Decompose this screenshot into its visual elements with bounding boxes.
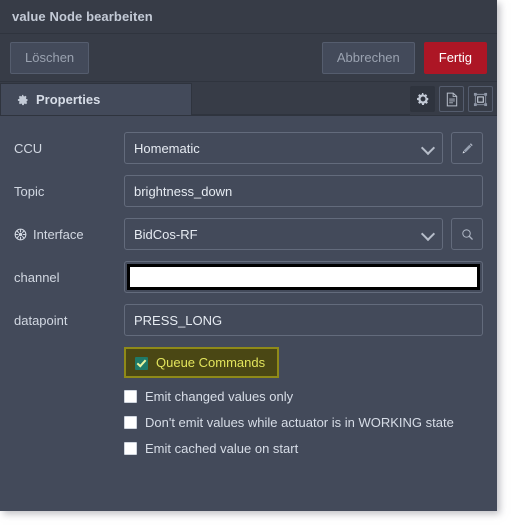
form-row-topic: Topic brightness_down (14, 175, 483, 207)
channel-redaction-overlay (127, 264, 480, 290)
dont-emit-working-row[interactable]: Don't emit values while actuator is in W… (124, 414, 483, 431)
form-row-ccu: CCU Homematic (14, 132, 483, 164)
channel-control (124, 261, 483, 293)
cancel-button[interactable]: Abbrechen (321, 41, 415, 74)
ccu-select[interactable]: Homematic (124, 132, 443, 164)
dialog-button-bar: Löschen Abbrechen Fertig (0, 34, 497, 82)
channel-label: channel (14, 270, 124, 285)
gear-icon (416, 92, 430, 106)
datapoint-input[interactable]: PRESS_LONG (124, 304, 483, 336)
ccu-control: Homematic (124, 132, 483, 164)
queue-commands-label: Queue Commands (156, 355, 266, 370)
queue-commands-highlight: Queue Commands (124, 347, 280, 378)
tab-icon-group (410, 83, 497, 115)
topic-label-text: Topic (14, 183, 45, 199)
dont-emit-working-label: Don't emit values while actuator is in W… (145, 415, 454, 430)
emit-cached-value-checkbox[interactable] (124, 442, 137, 455)
globe-icon (14, 228, 27, 241)
tab-properties-label: Properties (36, 92, 101, 107)
datapoint-label-text: datapoint (14, 312, 68, 328)
tab-strip: Properties (0, 82, 497, 116)
dialog-title: value Node bearbeiten (12, 9, 153, 24)
chevron-down-icon (420, 226, 436, 242)
ccu-select-value: Homematic (134, 140, 200, 156)
resize-layout-icon-button[interactable] (468, 86, 493, 112)
ccu-label: CCU (14, 141, 124, 156)
tab-properties[interactable]: Properties (0, 83, 192, 115)
checkbox-group: Queue Commands Emit changed values only … (14, 347, 483, 457)
description-icon-button[interactable] (439, 86, 464, 112)
form-row-channel: channel (14, 261, 483, 293)
topic-control: brightness_down (124, 175, 483, 207)
properties-form: CCU Homematic Topic brightness_down Inte… (0, 116, 497, 457)
form-row-datapoint: datapoint PRESS_LONG (14, 304, 483, 336)
tab-strip-filler (192, 82, 410, 115)
chevron-down-icon (420, 140, 436, 156)
description-icon (445, 92, 459, 107)
edit-node-dialog: value Node bearbeiten Löschen Abbrechen … (0, 0, 497, 511)
dont-emit-working-checkbox[interactable] (124, 416, 137, 429)
resize-layout-icon (473, 92, 488, 107)
pencil-icon (461, 142, 474, 155)
datapoint-label: datapoint (14, 313, 124, 328)
datapoint-control: PRESS_LONG (124, 304, 483, 336)
topic-label: Topic (14, 184, 124, 199)
datapoint-input-value: PRESS_LONG (134, 312, 223, 328)
dialog-titlebar: value Node bearbeiten (0, 0, 497, 34)
emit-cached-value-label: Emit cached value on start (145, 441, 299, 456)
delete-button[interactable]: Löschen (10, 41, 90, 74)
emit-changed-values-row[interactable]: Emit changed values only (124, 388, 483, 405)
interface-control: BidCos-RF (124, 218, 483, 250)
interface-select-value: BidCos-RF (134, 226, 198, 242)
gear-icon-button[interactable] (410, 86, 435, 112)
interface-select[interactable]: BidCos-RF (124, 218, 443, 250)
ccu-label-text: CCU (14, 140, 43, 156)
interface-search-button[interactable] (451, 218, 483, 250)
queue-commands-checkbox[interactable] (135, 357, 148, 370)
channel-input[interactable] (124, 261, 483, 293)
form-row-interface: Interface BidCos-RF (14, 218, 483, 250)
channel-label-text: channel (14, 269, 60, 285)
interface-label-text: Interface (33, 226, 84, 242)
search-icon (461, 228, 474, 241)
emit-changed-values-label: Emit changed values only (145, 389, 294, 404)
emit-changed-values-checkbox[interactable] (124, 390, 137, 403)
topic-input[interactable]: brightness_down (124, 175, 483, 207)
gear-icon (17, 94, 29, 106)
topic-input-value: brightness_down (134, 183, 233, 199)
done-button[interactable]: Fertig (423, 41, 487, 74)
emit-cached-value-row[interactable]: Emit cached value on start (124, 440, 483, 457)
interface-label: Interface (14, 227, 124, 242)
ccu-edit-button[interactable] (451, 132, 483, 164)
